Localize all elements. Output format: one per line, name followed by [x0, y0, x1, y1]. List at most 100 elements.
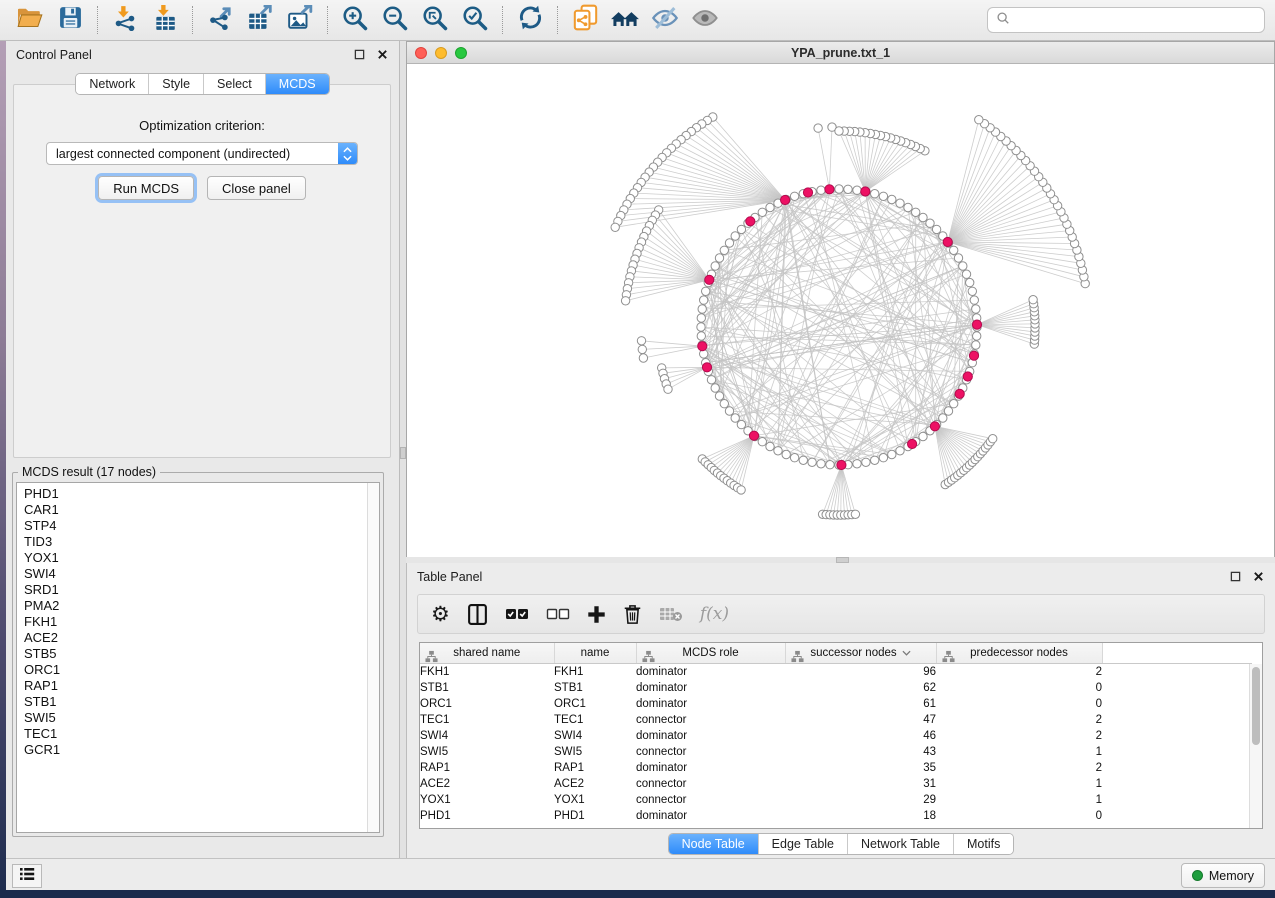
tab-select[interactable]: Select: [204, 74, 266, 94]
close-panel-button[interactable]: Close panel: [207, 176, 306, 200]
table-row[interactable]: TEC1TEC1connector472: [420, 712, 1252, 728]
zoom-in-button[interactable]: [335, 4, 375, 36]
table-cell-mcds-role[interactable]: connector: [636, 712, 785, 728]
table-cell-shared-name[interactable]: PHD1: [420, 808, 554, 824]
table-cell-name[interactable]: YOX1: [554, 792, 636, 808]
table-cell-name[interactable]: FKH1: [554, 664, 636, 681]
table-settings-gear-icon[interactable]: ⚙: [431, 601, 450, 627]
table-row[interactable]: STB1STB1dominator620: [420, 680, 1252, 696]
table-cell-mcds-role[interactable]: connector: [636, 792, 785, 808]
network-window-titlebar[interactable]: YPA_prune.txt_1: [407, 42, 1274, 64]
table-cell-mcds-role[interactable]: dominator: [636, 664, 785, 681]
table-cell-name[interactable]: TEC1: [554, 712, 636, 728]
tab-style[interactable]: Style: [149, 74, 204, 94]
mcds-result-item[interactable]: FKH1: [24, 614, 379, 630]
table-cell-shared-name[interactable]: RAP1: [420, 760, 554, 776]
search-field[interactable]: [987, 7, 1265, 33]
export-image-button[interactable]: [280, 4, 320, 36]
tab-edge-table[interactable]: Edge Table: [759, 834, 848, 854]
float-panel-icon[interactable]: [353, 48, 366, 61]
hide-selected-button[interactable]: [645, 4, 685, 36]
mcds-result-item[interactable]: STP4: [24, 518, 379, 534]
zoom-out-button[interactable]: [375, 4, 415, 36]
table-cell-name[interactable]: SWI5: [554, 744, 636, 760]
mcds-result-item[interactable]: PMA2: [24, 598, 379, 614]
mcds-result-item[interactable]: TEC1: [24, 726, 379, 742]
show-columns-icon[interactable]: [467, 601, 488, 627]
table-cell-successor-nodes[interactable]: 96: [785, 664, 936, 681]
import-network-button[interactable]: [105, 4, 145, 36]
table-cell-name[interactable]: ACE2: [554, 776, 636, 792]
run-mcds-button[interactable]: Run MCDS: [98, 176, 194, 200]
tab-network[interactable]: Network: [76, 74, 149, 94]
mcds-result-item[interactable]: STB5: [24, 646, 379, 662]
column-header-predecessor-nodes[interactable]: predecessor nodes: [936, 643, 1102, 664]
table-row[interactable]: RAP1RAP1dominator352: [420, 760, 1252, 776]
show-all-button[interactable]: [685, 4, 725, 36]
save-session-button[interactable]: [50, 4, 90, 36]
mcds-result-item[interactable]: SWI5: [24, 710, 379, 726]
table-cell-mcds-role[interactable]: dominator: [636, 696, 785, 712]
table-row[interactable]: ACE2ACE2connector311: [420, 776, 1252, 792]
table-cell-name[interactable]: STB1: [554, 680, 636, 696]
table-cell-mcds-role[interactable]: dominator: [636, 728, 785, 744]
scrollbar-thumb[interactable]: [1252, 667, 1260, 745]
table-cell-predecessor-nodes[interactable]: 2: [936, 760, 1102, 776]
app-manager-button[interactable]: [12, 864, 42, 888]
mcds-result-item[interactable]: CAR1: [24, 502, 379, 518]
table-cell-name[interactable]: SWI4: [554, 728, 636, 744]
table-cell-name[interactable]: RAP1: [554, 760, 636, 776]
table-cell-shared-name[interactable]: SWI4: [420, 728, 554, 744]
table-cell-predecessor-nodes[interactable]: 2: [936, 712, 1102, 728]
table-cell-predecessor-nodes[interactable]: 0: [936, 680, 1102, 696]
refresh-view-button[interactable]: [510, 4, 550, 36]
table-cell-successor-nodes[interactable]: 61: [785, 696, 936, 712]
table-cell-successor-nodes[interactable]: 35: [785, 760, 936, 776]
mcds-result-item[interactable]: ORC1: [24, 662, 379, 678]
close-panel-icon[interactable]: [1252, 570, 1265, 583]
table-cell-successor-nodes[interactable]: 31: [785, 776, 936, 792]
table-row[interactable]: SWI5SWI5connector431: [420, 744, 1252, 760]
table-cell-mcds-role[interactable]: connector: [636, 776, 785, 792]
column-header-shared-name[interactable]: shared name: [420, 643, 554, 664]
table-cell-predecessor-nodes[interactable]: 2: [936, 728, 1102, 744]
table-cell-shared-name[interactable]: ORC1: [420, 696, 554, 712]
table-cell-successor-nodes[interactable]: 47: [785, 712, 936, 728]
table-cell-predecessor-nodes[interactable]: 0: [936, 696, 1102, 712]
column-header-successor-nodes[interactable]: successor nodes: [785, 643, 936, 664]
column-header-mcds-role[interactable]: MCDS role: [636, 643, 785, 664]
table-cell-successor-nodes[interactable]: 46: [785, 728, 936, 744]
float-panel-icon[interactable]: [1229, 570, 1242, 583]
export-network-button[interactable]: [200, 4, 240, 36]
table-row[interactable]: PHD1PHD1dominator180: [420, 808, 1252, 824]
mcds-result-item[interactable]: ACE2: [24, 630, 379, 646]
table-cell-predecessor-nodes[interactable]: 2: [936, 664, 1102, 681]
tab-motifs[interactable]: Motifs: [954, 834, 1013, 854]
table-cell-name[interactable]: PHD1: [554, 808, 636, 824]
import-table-button[interactable]: [145, 4, 185, 36]
table-cell-mcds-role[interactable]: dominator: [636, 760, 785, 776]
table-cell-successor-nodes[interactable]: 18: [785, 808, 936, 824]
table-cell-shared-name[interactable]: YOX1: [420, 792, 554, 808]
search-input[interactable]: [1016, 12, 1256, 28]
open-file-button[interactable]: [10, 4, 50, 36]
table-cell-shared-name[interactable]: ACE2: [420, 776, 554, 792]
delete-column-icon[interactable]: [623, 601, 642, 627]
zoom-selected-button[interactable]: [455, 4, 495, 36]
mcds-result-item[interactable]: SRD1: [24, 582, 379, 598]
tab-network-table[interactable]: Network Table: [848, 834, 954, 854]
table-cell-name[interactable]: ORC1: [554, 696, 636, 712]
column-header-name[interactable]: name: [554, 643, 636, 664]
table-row[interactable]: SWI4SWI4dominator462: [420, 728, 1252, 744]
table-cell-predecessor-nodes[interactable]: 0: [936, 808, 1102, 824]
tab-mcds[interactable]: MCDS: [266, 74, 329, 94]
mcds-result-item[interactable]: GCR1: [24, 742, 379, 758]
table-cell-mcds-role[interactable]: dominator: [636, 680, 785, 696]
network-graph[interactable]: [407, 64, 1274, 557]
mcds-result-item[interactable]: PHD1: [24, 486, 379, 502]
table-row[interactable]: ORC1ORC1dominator610: [420, 696, 1252, 712]
optimization-criterion-select[interactable]: largest connected component (undirected): [46, 142, 358, 165]
select-all-icon[interactable]: [505, 601, 529, 627]
export-table-button[interactable]: [240, 4, 280, 36]
tab-node-table[interactable]: Node Table: [669, 834, 759, 854]
